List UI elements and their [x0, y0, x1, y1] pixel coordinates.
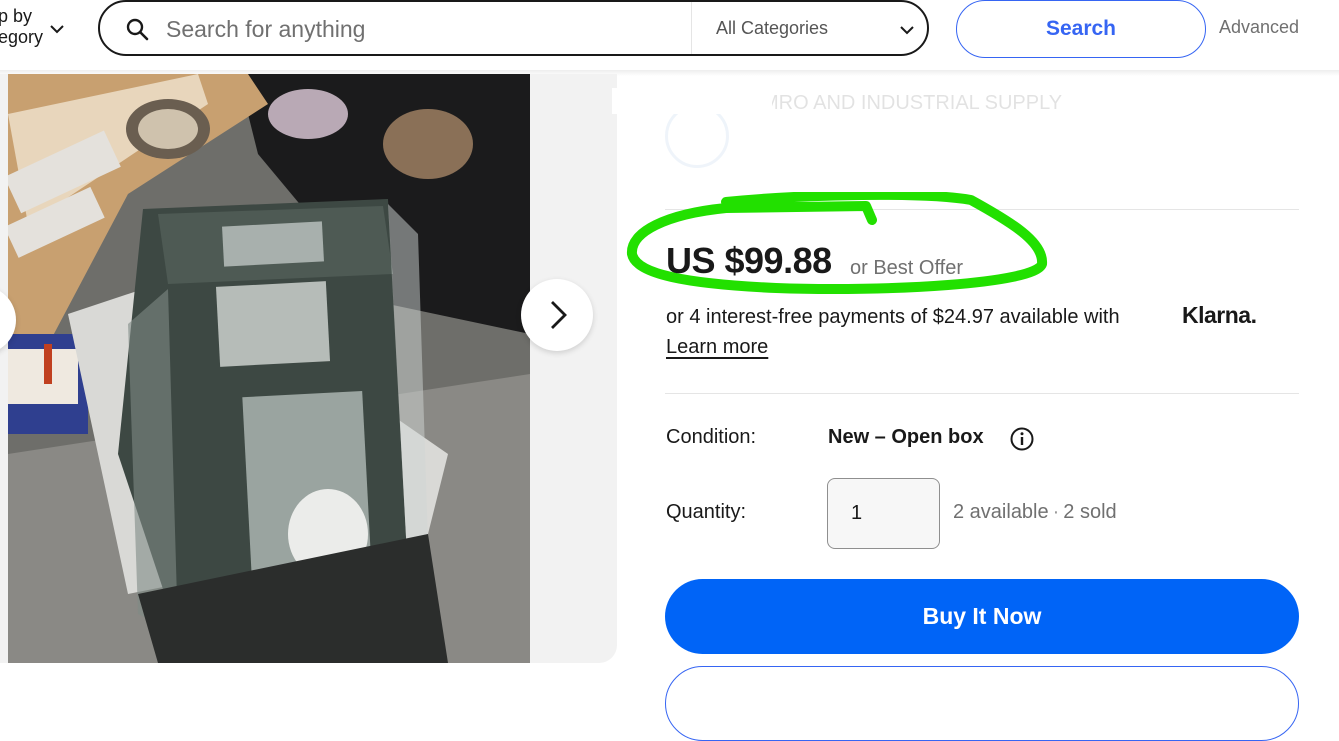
shop-by-label-line2: egory — [0, 27, 44, 47]
availability-text: 2 available · 2 sold — [953, 501, 1117, 524]
chevron-right-icon — [551, 301, 567, 329]
condition-value: New – Open box — [828, 426, 984, 448]
quantity-input[interactable] — [827, 478, 940, 549]
search-divider — [691, 2, 692, 54]
category-select[interactable]: All Categories — [716, 18, 828, 39]
learn-more-link[interactable]: Learn more — [666, 336, 768, 359]
image-gallery — [0, 74, 617, 663]
next-image-button[interactable] — [521, 279, 593, 351]
buy-it-now-button[interactable]: Buy It Now — [665, 579, 1299, 654]
chevron-down-icon[interactable] — [900, 22, 914, 40]
advanced-search-link[interactable]: Advanced — [1219, 17, 1299, 38]
sold-count: 2 sold — [1063, 501, 1117, 523]
add-to-cart-button[interactable] — [665, 666, 1299, 741]
condition-label: Condition: — [666, 426, 757, 448]
search-icon — [125, 17, 149, 46]
installments-text: or 4 interest-free payments of $24.97 av… — [666, 306, 1120, 328]
separator-dot: · — [1052, 501, 1060, 523]
chevron-down-icon — [50, 18, 64, 39]
price: US $99.88 — [666, 240, 832, 281]
seller-name[interactable]: MRO AND INDUSTRIAL SUPPLY — [762, 92, 1062, 115]
divider — [665, 393, 1299, 394]
quantity-label: Quantity: — [666, 501, 747, 523]
search-bar: All Categories — [98, 0, 929, 56]
best-offer-label: or Best Offer — [850, 257, 964, 279]
shop-by-label-line1: p by — [0, 6, 33, 26]
available-count: 2 available — [953, 501, 1049, 523]
search-input[interactable] — [166, 14, 666, 44]
info-icon[interactable] — [1010, 427, 1034, 456]
seller-redaction — [612, 88, 772, 114]
shop-by-category[interactable]: p by egory — [0, 6, 64, 48]
search-button[interactable]: Search — [956, 0, 1206, 58]
klarna-logo: Klarna. — [1182, 302, 1257, 328]
product-photo[interactable] — [8, 74, 530, 663]
